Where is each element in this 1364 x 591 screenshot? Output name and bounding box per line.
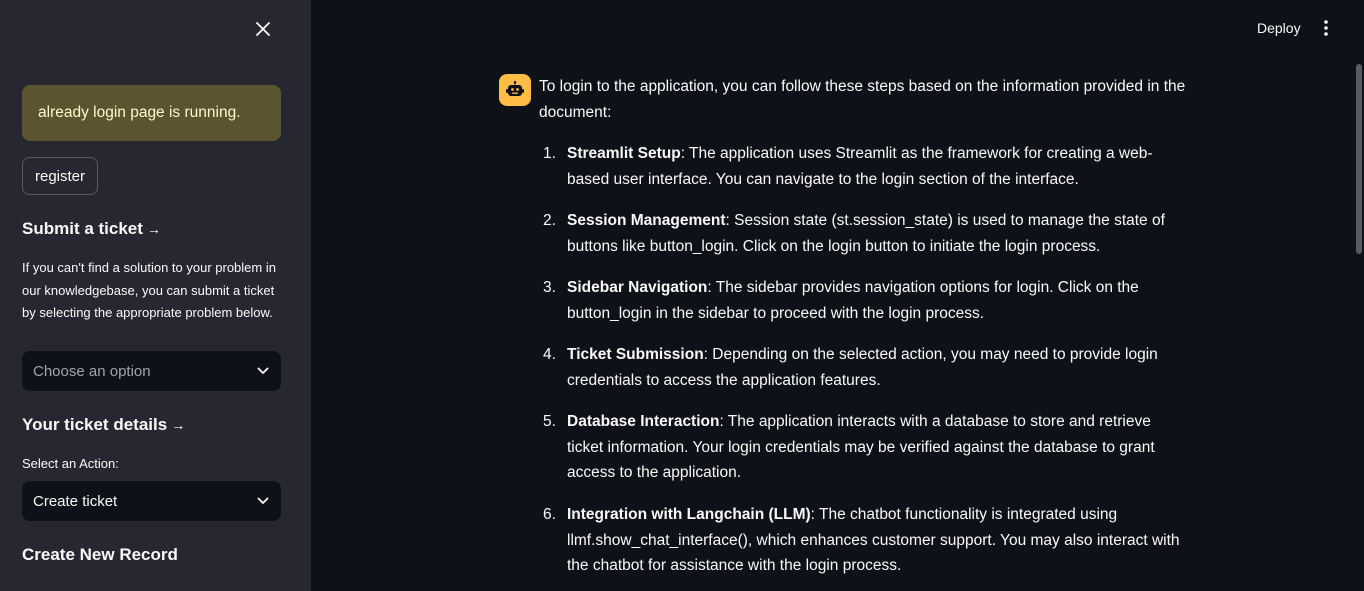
register-button[interactable]: register	[22, 157, 98, 195]
assistant-avatar	[499, 74, 531, 106]
close-icon	[256, 22, 270, 36]
arrow-right-icon: →	[171, 417, 186, 433]
action-select-label: Select an Action:	[22, 456, 119, 471]
alert-text: already login page is running.	[38, 104, 241, 121]
chevron-down-icon	[257, 367, 269, 374]
create-record-heading: Create New Record	[22, 545, 178, 564]
step-title: Ticket Submission	[567, 346, 704, 363]
sidebar: already login page is running. register …	[0, 0, 311, 591]
step-number: 6.	[543, 506, 556, 523]
step-title: Sidebar Navigation	[567, 279, 708, 296]
step-number: 3.	[543, 279, 556, 296]
step-number: 1.	[543, 145, 556, 162]
step-title: Session Management	[567, 212, 726, 229]
step-number: 5.	[543, 413, 556, 430]
step-title: Streamlit Setup	[567, 145, 681, 162]
app-root: already login page is running. register …	[0, 0, 1364, 591]
problem-select[interactable]: Choose an option	[22, 351, 281, 391]
arrow-right-icon: →	[146, 221, 161, 237]
assistant-message-intro: To login to the application, you can fol…	[539, 78, 1186, 121]
submit-ticket-heading: Submit a ticket →	[22, 219, 161, 238]
action-select-value: Create ticket	[33, 492, 118, 510]
close-sidebar-button[interactable]	[251, 17, 275, 41]
step-title: Integration with Langchain (LLM)	[567, 506, 811, 523]
main-scrollbar[interactable]	[1356, 64, 1362, 254]
deploy-button[interactable]: Deploy	[1250, 17, 1308, 39]
action-select[interactable]: Create ticket	[22, 481, 281, 521]
main-menu-button[interactable]	[1316, 17, 1336, 39]
step-number: 4.	[543, 346, 556, 363]
problem-select-placeholder: Choose an option	[33, 362, 151, 380]
step-number: 2.	[543, 212, 556, 229]
chevron-down-icon	[257, 497, 269, 504]
warning-alert: already login page is running.	[22, 85, 281, 141]
submit-ticket-description: If you can't find a solution to your pro…	[22, 260, 276, 320]
step-title: Database Interaction	[567, 413, 720, 430]
bot-icon	[506, 81, 524, 96]
more-vertical-icon	[1324, 20, 1328, 36]
ticket-details-heading: Your ticket details →	[22, 415, 186, 434]
